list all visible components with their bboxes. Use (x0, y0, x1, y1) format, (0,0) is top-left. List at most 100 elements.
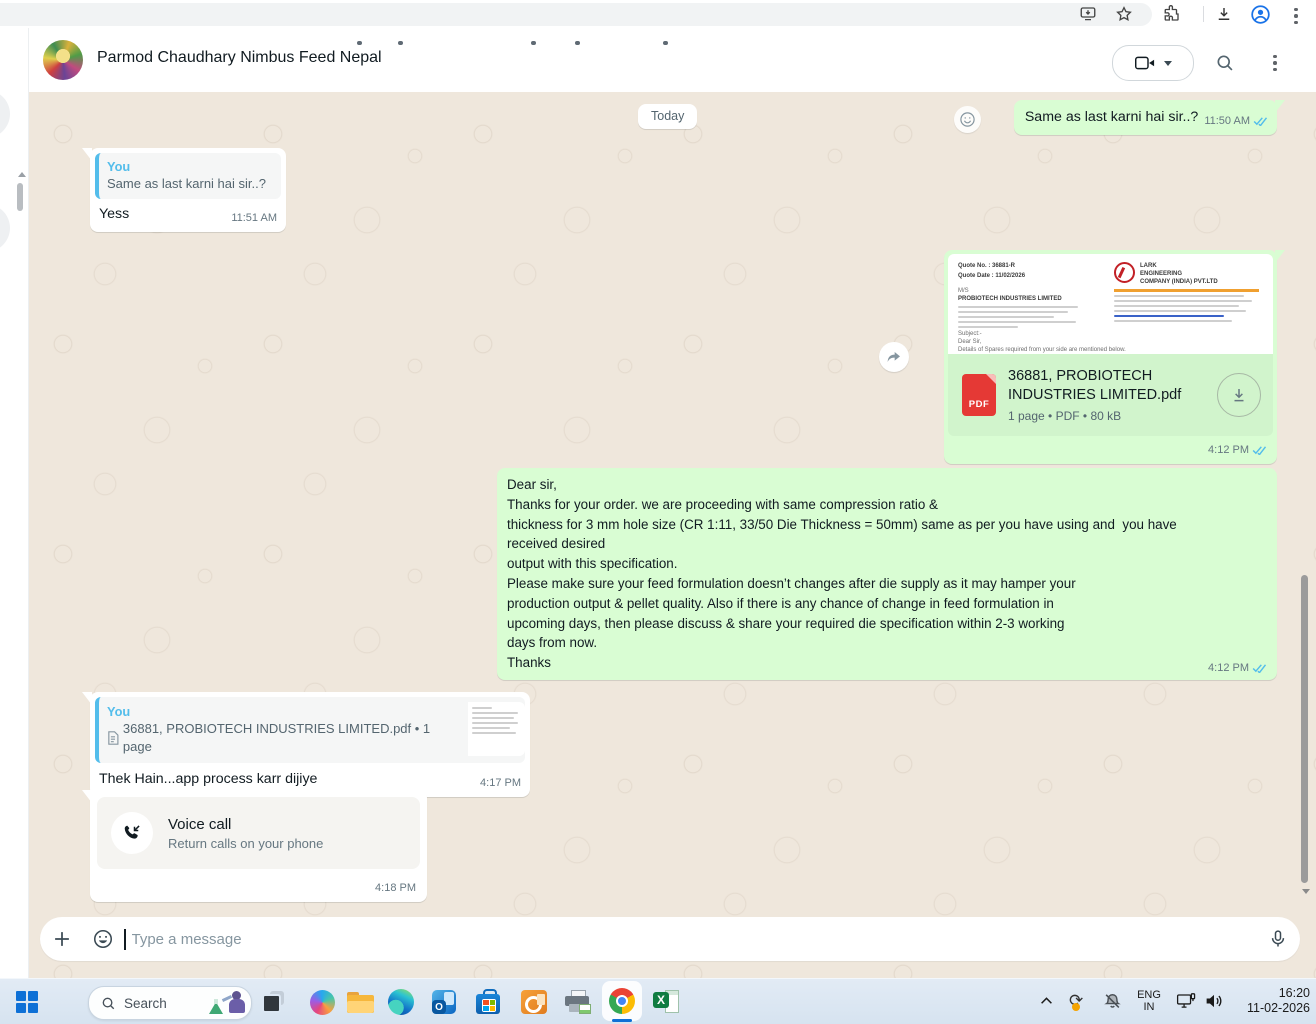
tray-time: 16:20 (1230, 986, 1310, 1001)
running-indicator (357, 41, 362, 45)
lark-logo (1114, 262, 1135, 283)
quote-text: 36881, PROBIOTECH INDUSTRIES LIMITED.pdf… (123, 720, 460, 756)
video-camera-icon (1135, 56, 1155, 70)
chat-list-avatar-partial (0, 90, 10, 138)
chat-menu-icon[interactable] (1262, 50, 1288, 76)
date-chip: Today (638, 104, 697, 129)
message-text: Yess (99, 205, 129, 224)
tray-language-indicator[interactable]: ENG IN (1132, 978, 1166, 1024)
tray-volume-icon[interactable] (1200, 978, 1228, 1024)
voice-call-subtitle: Return calls on your phone (168, 836, 323, 851)
chat-scroll-down-arrow[interactable] (1302, 889, 1310, 894)
read-receipt-icon (1252, 445, 1267, 455)
downloads-icon[interactable] (1212, 2, 1236, 26)
browser-toolbar (0, 0, 1316, 28)
excel-icon[interactable]: X (652, 987, 680, 1015)
profile-icon[interactable] (1248, 2, 1272, 26)
forward-message-button[interactable] (879, 342, 909, 372)
document-icon (107, 731, 119, 745)
chevron-down-icon (1164, 61, 1172, 66)
message-time: 4:18 PM (375, 882, 416, 894)
bookmark-star-icon[interactable] (1112, 2, 1136, 26)
document-filename: 36881, PROBIOTECH INDUSTRIES LIMITED.pdf (1008, 367, 1205, 405)
file-explorer-icon[interactable] (346, 988, 374, 1016)
message-input[interactable] (126, 931, 1257, 948)
search-icon (101, 996, 116, 1011)
screen: Parmod Chaudhary Nimbus Feed Nepal Today… (0, 0, 1316, 1024)
emoji-picker-button[interactable] (84, 917, 122, 961)
preview-company-1: LARK (1140, 262, 1218, 270)
tray-sync-icon[interactable]: ⟳ (1066, 978, 1092, 1024)
message-text: Thek Hain...app process karr dijiye (99, 770, 317, 789)
address-bar[interactable] (0, 3, 1152, 26)
message-text: Dear sir, Thanks for your order. we are … (507, 475, 1267, 673)
taskbar-search[interactable]: Search (88, 986, 252, 1020)
message-incoming: You Same as last karni hai sir..? Yess 1… (90, 148, 286, 232)
search-highlight-image (201, 988, 249, 1018)
download-document-button[interactable] (1217, 373, 1261, 417)
message-time: 11:51 AM (231, 212, 277, 224)
message-meta: 4:12 PM (1208, 662, 1267, 674)
preview-subject: Subject:- (958, 330, 1258, 338)
message-composer (40, 917, 1300, 961)
chat-scrollbar[interactable] (1301, 575, 1308, 883)
outlook-classic-icon[interactable] (520, 988, 548, 1016)
preview-quote-no: Quote No. : 36881-R (958, 262, 1098, 270)
message-outgoing-document: Quote No. : 36881-R Quote Date : 11/02/2… (944, 250, 1277, 464)
read-receipt-icon (1252, 663, 1267, 673)
voice-record-button[interactable] (1256, 917, 1300, 961)
search-chat-button[interactable] (1212, 50, 1238, 76)
extensions-icon[interactable] (1160, 2, 1184, 26)
quote-text: Same as last karni hai sir..? (107, 175, 273, 193)
attach-plus-button[interactable] (40, 917, 84, 961)
message-time: 11:50 AM (1204, 115, 1250, 127)
printer-icon[interactable] (564, 988, 592, 1016)
running-indicator (575, 41, 580, 45)
voice-call-message: Voice call Return calls on your phone 4:… (90, 790, 427, 902)
running-indicator (398, 41, 403, 45)
chrome-active-indicator (612, 1019, 632, 1022)
document-row[interactable]: PDF 36881, PROBIOTECH INDUSTRIES LIMITED… (948, 354, 1273, 436)
quote-author: You (107, 703, 460, 720)
preview-body-line: Details of Spares required from your sid… (958, 346, 1258, 354)
video-call-button[interactable] (1112, 45, 1194, 81)
read-receipt-icon (1253, 116, 1268, 126)
react-emoji-button[interactable] (954, 106, 981, 133)
tray-network-icon[interactable] (1172, 978, 1200, 1024)
browser-menu-icon[interactable] (1284, 4, 1308, 28)
message-incoming: You 36881, PROBIOTECH INDUSTRIES LIMITED… (90, 692, 530, 797)
edge-icon[interactable] (387, 988, 415, 1016)
chat-list-avatar-partial (0, 204, 10, 252)
message-outgoing: Same as last karni hai sir..? 11:50 AM (1014, 100, 1277, 135)
voice-call-icon (111, 812, 153, 854)
pdf-preview[interactable]: Quote No. : 36881-R Quote Date : 11/02/2… (948, 254, 1273, 354)
copilot-icon[interactable] (308, 988, 336, 1016)
message-meta: 4:12 PM (944, 436, 1277, 464)
message-outgoing: Dear sir, Thanks for your order. we are … (497, 468, 1277, 680)
microsoft-store-icon[interactable] (474, 988, 502, 1016)
quoted-message[interactable]: You 36881, PROBIOTECH INDUSTRIES LIMITED… (95, 697, 525, 763)
start-button[interactable] (16, 991, 38, 1013)
install-app-icon[interactable] (1076, 2, 1100, 26)
toolbar-divider (1203, 6, 1204, 22)
message-time: 4:12 PM (1208, 662, 1249, 674)
tray-notifications-off-icon[interactable] (1098, 978, 1126, 1024)
tray-chevron-up[interactable] (1034, 978, 1058, 1024)
running-indicator (663, 41, 668, 45)
task-view-button[interactable] (262, 991, 284, 1013)
document-meta: 1 page • PDF • 80 kB (1008, 409, 1205, 423)
pdf-file-icon: PDF (962, 374, 996, 416)
voice-call-card[interactable]: Voice call Return calls on your phone (97, 797, 420, 869)
contact-name[interactable]: Parmod Chaudhary Nimbus Feed Nepal (97, 49, 382, 67)
message-time: 4:17 PM (480, 777, 521, 789)
preview-company-2: ENGINEERING (1140, 270, 1218, 278)
outlook-new-icon[interactable]: O (430, 988, 458, 1016)
tray-clock[interactable]: 16:20 11-02-2026 (1230, 978, 1310, 1024)
tray-date: 11-02-2026 (1230, 1001, 1310, 1016)
quoted-message[interactable]: You Same as last karni hai sir..? (95, 153, 281, 199)
contact-avatar[interactable] (43, 40, 83, 80)
panel-scrollbar[interactable] (17, 183, 23, 211)
panel-scroll-up-arrow[interactable] (18, 172, 26, 177)
chrome-icon[interactable] (608, 987, 636, 1015)
preview-company-3: COMPANY (INDIA) PVT.LTD (1140, 278, 1218, 286)
